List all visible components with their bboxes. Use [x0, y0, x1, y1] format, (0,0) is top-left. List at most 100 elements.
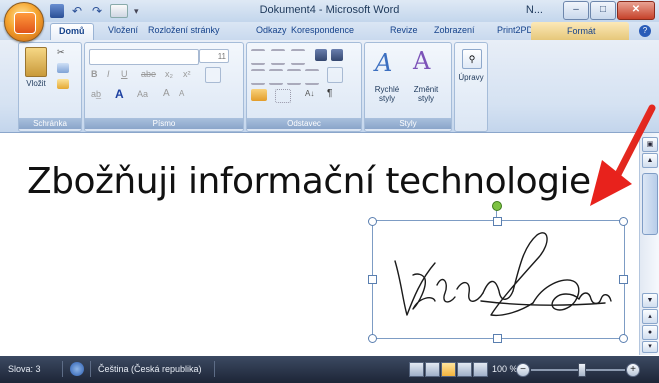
select-browse-object-icon[interactable]: ●: [642, 325, 658, 340]
scroll-up-icon[interactable]: ▲: [642, 153, 658, 168]
tab-format-label: Formát: [567, 26, 596, 36]
font-name-field[interactable]: [89, 49, 199, 65]
binoculars-icon[interactable]: ⚲: [462, 49, 482, 69]
status-separator: [62, 361, 63, 377]
show-marks-button[interactable]: ¶: [327, 88, 332, 99]
window-title: Dokument4 - Microsoft Word: [259, 4, 400, 16]
clipboard-group: Vložit ✂ Schránka: [18, 42, 82, 132]
resize-handle-top-right[interactable]: [619, 217, 628, 226]
full-screen-reading-view-icon[interactable]: [425, 362, 440, 377]
zoom-out-button[interactable]: −: [516, 363, 530, 377]
paste-label: Vložit: [26, 79, 46, 88]
web-layout-view-icon[interactable]: [441, 362, 456, 377]
signature-drawing: [394, 232, 612, 317]
line-spacing-icon[interactable]: [327, 67, 343, 83]
status-separator: [214, 361, 215, 377]
grow-font-button[interactable]: A: [163, 88, 170, 99]
quick-styles-icon[interactable]: A: [375, 49, 392, 77]
tab-revize[interactable]: Revize: [390, 25, 418, 35]
resize-handle-left[interactable]: [368, 275, 377, 284]
change-styles-icon[interactable]: A: [413, 47, 430, 75]
increase-indent-icon[interactable]: [331, 49, 343, 61]
paste-icon[interactable]: [25, 47, 47, 77]
title-bar: ↶ ↷ ▾ Dokument4 - Microsoft Word N... – …: [0, 0, 659, 23]
resize-handle-top-left[interactable]: [368, 217, 377, 226]
cut-icon[interactable]: ✂: [57, 47, 69, 57]
copy-icon[interactable]: [57, 63, 69, 73]
resize-handle-bottom[interactable]: [493, 334, 502, 343]
multilevel-list-icon[interactable]: [291, 49, 305, 65]
draft-view-icon[interactable]: [473, 362, 488, 377]
font-group: 11 B I U abe x₂ x² ab̲ A Aa A A Písmo: [84, 42, 244, 132]
align-center-icon[interactable]: [269, 69, 283, 85]
decrease-indent-icon[interactable]: [315, 49, 327, 61]
strikethrough-button[interactable]: abe: [141, 69, 156, 79]
word-count[interactable]: Slova: 3: [8, 364, 41, 374]
quick-styles-label: Rychlé styly: [374, 85, 400, 103]
next-page-icon[interactable]: ▾: [642, 341, 658, 353]
tab-korespondence[interactable]: Korespondence: [291, 25, 354, 35]
zoom-in-button[interactable]: +: [626, 363, 640, 377]
numbering-icon[interactable]: [271, 49, 285, 65]
subscript-button[interactable]: x₂: [165, 69, 173, 79]
styles-group: A A Rychlé styly Změnit styly Styly: [364, 42, 452, 132]
shading-icon[interactable]: [251, 89, 267, 101]
resize-handle-top[interactable]: [493, 217, 502, 226]
borders-icon[interactable]: [275, 89, 291, 103]
document-body-text[interactable]: Zbožňuji informační technologie: [27, 161, 591, 202]
zoom-slider-thumb[interactable]: [578, 363, 586, 377]
highlight-button[interactable]: ab̲: [91, 89, 101, 99]
print-layout-view-icon[interactable]: [409, 362, 424, 377]
sort-button[interactable]: A↓: [305, 89, 314, 98]
rotation-handle[interactable]: [492, 201, 502, 211]
minimize-button[interactable]: –: [563, 1, 589, 20]
resize-handle-bottom-left[interactable]: [368, 334, 377, 343]
vertical-scrollbar[interactable]: ▣ ▲ ▼ ▴ ● ▾: [639, 133, 659, 355]
font-size-field[interactable]: 11: [199, 49, 229, 63]
scroll-down-icon[interactable]: ▼: [642, 293, 658, 308]
tab-zobrazeni[interactable]: Zobrazení: [434, 25, 475, 35]
view-buttons: [409, 362, 488, 377]
close-button[interactable]: ✕: [617, 1, 655, 20]
bold-button[interactable]: B: [91, 69, 98, 79]
ruler-toggle-icon[interactable]: ▣: [642, 137, 658, 152]
ribbon-tabs: Domů Vložení Rozložení stránky Odkazy Ko…: [0, 22, 659, 43]
italic-button[interactable]: I: [107, 69, 110, 79]
format-painter-icon[interactable]: [57, 79, 69, 89]
tab-odkazy[interactable]: Odkazy: [256, 25, 287, 35]
previous-page-icon[interactable]: ▴: [642, 309, 658, 324]
tab-rozlozeni-stranky[interactable]: Rozložení stránky: [148, 25, 220, 35]
justify-icon[interactable]: [305, 69, 319, 85]
help-icon[interactable]: ?: [639, 25, 651, 37]
proofing-status-icon[interactable]: [70, 362, 84, 376]
ribbon: Vložit ✂ Schránka 11 B I U abe x₂ x² ab̲…: [0, 40, 659, 133]
status-bar: Slova: 3 Čeština (Česká republika) 100 %…: [0, 356, 659, 383]
office-logo-icon: [14, 12, 36, 34]
tab-format[interactable]: Formát: [531, 22, 629, 40]
font-color-button[interactable]: A: [115, 87, 124, 101]
editing-label[interactable]: Úpravy: [455, 73, 487, 82]
resize-handle-right[interactable]: [619, 275, 628, 284]
align-left-icon[interactable]: [251, 69, 265, 85]
clear-formatting-icon[interactable]: [205, 67, 221, 83]
change-case-button[interactable]: Aa: [137, 89, 148, 99]
status-separator: [90, 361, 91, 377]
editing-group: ⚲ Úpravy: [454, 42, 488, 132]
underline-button[interactable]: U: [121, 69, 128, 79]
bullets-icon[interactable]: [251, 49, 265, 65]
clipboard-group-label: Schránka: [19, 118, 81, 129]
shrink-font-button[interactable]: A: [179, 89, 184, 98]
scroll-thumb[interactable]: [642, 173, 658, 235]
office-button[interactable]: [4, 2, 44, 42]
tab-vlozeni[interactable]: Vložení: [108, 25, 138, 35]
zoom-level[interactable]: 100 %: [492, 364, 518, 374]
signature-image[interactable]: [372, 220, 625, 339]
resize-handle-bottom-right[interactable]: [619, 334, 628, 343]
language-indicator[interactable]: Čeština (Česká republika): [98, 364, 202, 374]
maximize-button[interactable]: □: [590, 1, 616, 20]
align-right-icon[interactable]: [287, 69, 301, 85]
superscript-button[interactable]: x²: [183, 69, 191, 79]
outline-view-icon[interactable]: [457, 362, 472, 377]
document-page[interactable]: Zbožňuji informační technologie: [0, 133, 640, 355]
paragraph-group: A↓ ¶ Odstavec: [246, 42, 362, 132]
